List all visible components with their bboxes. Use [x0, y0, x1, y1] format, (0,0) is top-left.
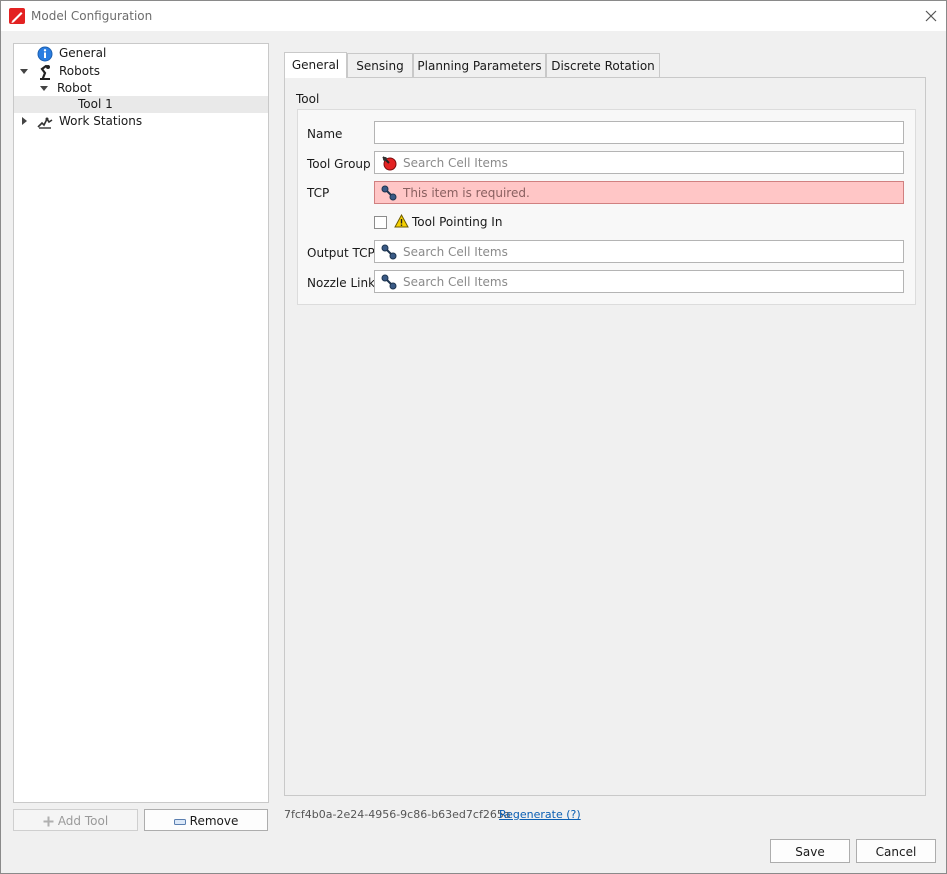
save-button[interactable]: Save [770, 839, 850, 863]
tool-pointing-in-checkbox[interactable] [374, 216, 387, 229]
tab-discrete-rotation[interactable]: Discrete Rotation [546, 53, 660, 77]
tool-group-box: Name Tool Group TCP [297, 109, 916, 305]
tool-uuid: 7fcf4b0a-2e24-4956-9c86-b63ed7cf265a [284, 808, 511, 821]
link-frame-icon [381, 244, 397, 260]
general-tab-panel: Tool Name Tool Group TCP [284, 77, 926, 796]
tool-group-input[interactable] [403, 155, 883, 170]
tool-pointing-in-label: Tool Pointing In [412, 215, 503, 229]
add-tool-label: Add Tool [57, 814, 109, 828]
minus-icon [173, 818, 186, 825]
tree-item-work-stations[interactable]: Work Stations [14, 113, 268, 130]
tool-group-icon [382, 156, 397, 171]
cancel-button[interactable]: Cancel [856, 839, 936, 863]
tool-group-label: Tool Group [307, 157, 371, 171]
tree-item-label: Work Stations [59, 114, 143, 128]
link-frame-icon [381, 274, 397, 290]
tree-item-label: Robots [59, 64, 101, 78]
tree-item-general[interactable]: General [14, 45, 268, 62]
output-tcp-label: Output TCP [307, 246, 375, 260]
robot-arm-icon [40, 64, 50, 80]
remove-label: Remove [189, 814, 239, 828]
info-icon [37, 46, 53, 62]
tool-group-field[interactable] [374, 151, 904, 174]
app-logo-icon [9, 8, 25, 24]
name-input[interactable] [381, 125, 861, 140]
tree-item-label: Robot [57, 81, 92, 95]
remove-button[interactable]: Remove [144, 809, 268, 831]
nozzle-link-label: Nozzle Link [307, 276, 376, 290]
expand-arrow-icon[interactable] [40, 86, 48, 91]
close-button[interactable] [916, 1, 946, 31]
name-label: Name [307, 127, 343, 141]
plus-icon [43, 816, 54, 827]
tree-item-robot[interactable]: Robot [14, 80, 268, 97]
tree-item-tool-1[interactable]: Tool 1 [14, 96, 268, 113]
model-configuration-window: Model Configuration General Robots Robot… [0, 0, 947, 874]
tree-item-label: General [59, 46, 107, 60]
expand-arrow-icon[interactable] [20, 69, 28, 74]
tab-planning-parameters[interactable]: Planning Parameters [413, 53, 546, 77]
collapse-arrow-icon[interactable] [22, 117, 27, 125]
tool-group-title: Tool [296, 92, 320, 106]
link-frame-icon [381, 185, 397, 201]
nozzle-link-field[interactable] [374, 270, 904, 293]
warning-icon [394, 214, 409, 228]
nozzle-link-input[interactable] [403, 274, 883, 289]
output-tcp-input[interactable] [403, 244, 883, 259]
window-title: Model Configuration [31, 9, 153, 23]
tcp-input[interactable] [403, 185, 883, 200]
output-tcp-field[interactable] [374, 240, 904, 263]
tree-item-robots[interactable]: Robots [14, 63, 268, 80]
work-station-icon [37, 117, 53, 129]
model-tree[interactable]: General Robots Robot Tool 1 Work Station… [13, 43, 269, 803]
regenerate-link[interactable]: Regenerate (?) [499, 808, 581, 821]
tcp-field[interactable] [374, 181, 904, 204]
name-field[interactable] [374, 121, 904, 144]
tab-sensing[interactable]: Sensing [347, 53, 413, 77]
tab-general[interactable]: General [284, 52, 347, 78]
tcp-label: TCP [307, 186, 330, 200]
tree-item-label: Tool 1 [78, 97, 113, 111]
close-icon [925, 10, 937, 22]
add-tool-button[interactable]: Add Tool [13, 809, 138, 831]
title-bar: Model Configuration [1, 1, 946, 31]
